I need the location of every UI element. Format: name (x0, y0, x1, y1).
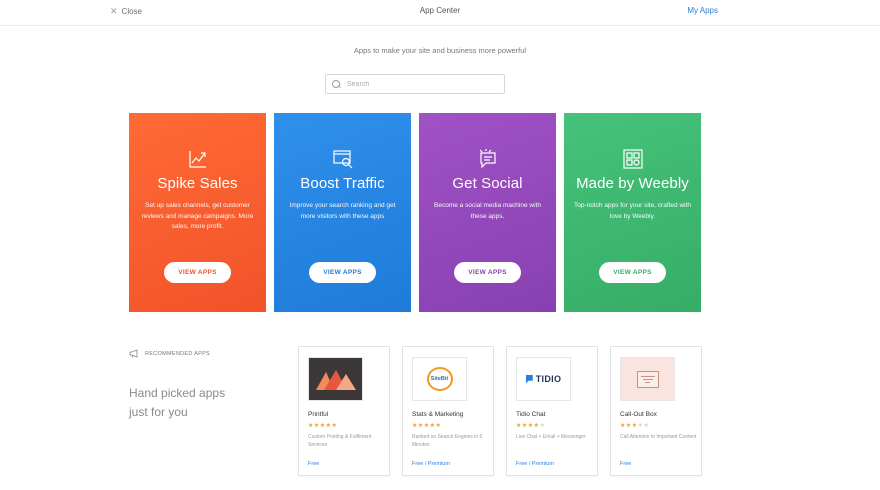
tagline: Apps to make your site and business more… (353, 46, 527, 55)
view-apps-button[interactable]: VIEW APPS (309, 262, 376, 283)
app-name: Stats & Marketing (412, 411, 464, 418)
call-out-box-icon (636, 370, 659, 388)
chart-growth-icon (188, 151, 206, 168)
category-tile-made-by-weebly[interactable]: Made by Weebly Top-notch apps for your s… (564, 113, 701, 312)
category-description: Set up sales channels, get customer revi… (141, 202, 254, 230)
app-card-tidio-chat[interactable]: TIDIO Tidio Chat ★★★★★ Live Chat + Email… (506, 346, 598, 476)
category-description: Top-notch apps for your site, crafted wi… (573, 202, 692, 220)
star-rating: ★★★★★ (620, 423, 650, 429)
view-apps-button[interactable]: VIEW APPS (599, 262, 666, 283)
page-title: App Center (419, 6, 461, 15)
star-rating: ★★★★★ (308, 423, 338, 429)
category-title: Made by Weebly (576, 175, 689, 192)
app-card-call-out-box[interactable]: Call-Out Box ★★★★★ Call Attention to Imp… (610, 346, 702, 476)
category-title: Spike Sales (157, 175, 238, 192)
app-name: Call-Out Box (620, 411, 657, 418)
view-apps-button[interactable]: VIEW APPS (164, 262, 231, 283)
app-price: Free (620, 461, 632, 467)
tidio-mark-icon (525, 374, 533, 384)
category-title: Boost Traffic (300, 175, 385, 192)
app-price: Free / Premium (516, 461, 554, 467)
sitebit-logo: SiteBit (412, 357, 467, 401)
star-rating: ★★★★★ (412, 423, 442, 429)
subheading-line: Hand picked apps (129, 386, 226, 400)
printful-logo (308, 357, 363, 401)
app-name: Tidio Chat (516, 411, 546, 418)
recommended-subheading: Hand picked apps just for you (129, 384, 225, 422)
app-price: Free / Premium (412, 461, 450, 467)
app-price: Free (308, 461, 320, 467)
category-title: Get Social (452, 175, 523, 192)
tidio-logo-text: TIDIO (535, 374, 562, 384)
top-bar: ✕ Close App Center My Apps (0, 0, 880, 26)
category-tile-boost-traffic[interactable]: Boost Traffic Improve your search rankin… (274, 113, 411, 312)
search-window-icon (332, 150, 352, 169)
app-name: Printful (308, 411, 329, 418)
megaphone-icon (129, 349, 138, 358)
category-tile-spike-sales[interactable]: Spike Sales Set up sales channels, get c… (129, 113, 266, 312)
chat-bubble-icon (479, 149, 496, 169)
category-description: Improve your search ranking and get more… (289, 202, 396, 220)
app-card-stats-marketing[interactable]: SiteBit Stats & Marketing ★★★★★ Ranked o… (402, 346, 494, 476)
category-tile-get-social[interactable]: Get Social Become a social media machine… (419, 113, 556, 312)
app-description: Live Chat + Email + Messenger (516, 434, 586, 440)
view-apps-button[interactable]: VIEW APPS (454, 262, 521, 283)
tidio-logo: TIDIO (516, 357, 571, 401)
app-description: Ranked on Search Engines in 5 Minutes (412, 434, 483, 448)
app-card-printful[interactable]: Printful ★★★★★ Custom Printing & Fulfilm… (298, 346, 390, 476)
search-input[interactable] (347, 80, 497, 88)
app-description: Custom Printing & Fulfilment Services (308, 434, 372, 448)
printful-mountains-icon (315, 370, 356, 390)
app-description: Call Attention to Important Content (620, 434, 697, 440)
search-box[interactable] (325, 74, 505, 94)
recommended-heading: RECOMMENDED APPS (129, 349, 210, 358)
star-rating: ★★★★★ (516, 423, 546, 429)
search-icon (332, 79, 341, 89)
call-out-box-logo (620, 357, 675, 401)
subheading-line: just for you (129, 405, 188, 419)
grid-apps-icon (622, 149, 643, 169)
recommended-heading-label: RECOMMENDED APPS (145, 350, 211, 357)
my-apps-link[interactable]: My Apps (687, 6, 718, 15)
category-description: Become a social media machine with these… (434, 202, 541, 220)
sitebit-logo-text: SiteBit (426, 367, 453, 391)
